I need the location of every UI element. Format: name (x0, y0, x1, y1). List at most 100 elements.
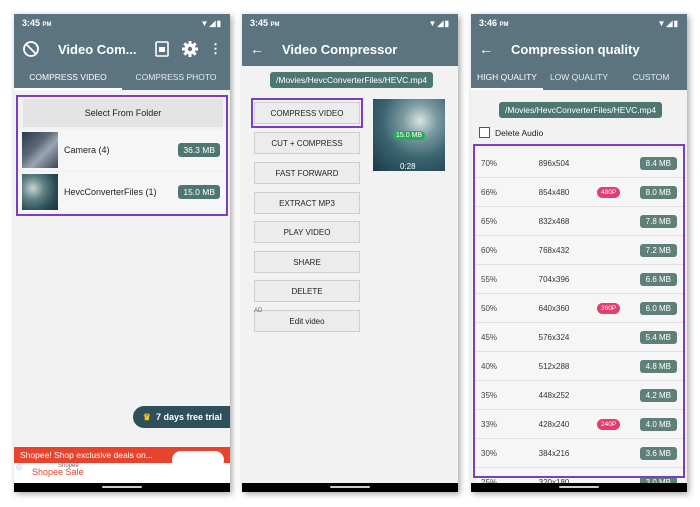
nav-bar (471, 483, 687, 492)
tab-custom[interactable]: CUSTOM (615, 66, 687, 90)
status-bar: 3:46 PM ▼◢▮ (471, 14, 687, 32)
quality-option-row[interactable]: 50% 640x360 360P 6.0 MB (475, 294, 685, 323)
home-handle[interactable] (559, 486, 599, 488)
resolution-tag: 360P (597, 302, 621, 314)
delete-button[interactable]: DELETE (254, 280, 360, 302)
home-handle[interactable] (102, 486, 142, 488)
delete-audio-checkbox[interactable] (479, 127, 490, 138)
back-arrow-icon[interactable]: ← (479, 41, 493, 57)
estimated-size-badge: 6.0 MB (639, 301, 677, 315)
estimated-size-badge: 3.6 MB (639, 446, 677, 460)
select-folder-button[interactable]: Select From Folder (23, 99, 223, 127)
phone-screen-compressor: 3:45 PM ▼◢▮ ← Video Compressor /Movies/H… (242, 14, 458, 492)
status-icons: ▼◢▮ (428, 18, 450, 28)
screen-title: Video Compressor (282, 41, 398, 57)
ad-info-icon[interactable]: ⓘ (16, 463, 22, 472)
no-ads-icon[interactable] (22, 40, 40, 58)
folder-size: 15.0 MB (178, 185, 220, 199)
estimated-size-badge: 7.2 MB (639, 243, 677, 257)
quality-percent: 55% (481, 274, 498, 284)
quality-percent: 35% (481, 390, 498, 400)
quality-resolution: 428x240 (538, 419, 570, 429)
quality-resolution: 896x504 (538, 158, 570, 168)
quality-list: 70% 896x504 8.4 MB 66% 854x480 480P 8.0 MB 65% 8… (475, 149, 685, 492)
play-video-button[interactable]: PLAY VIDEO (254, 221, 360, 243)
preview-duration: 0:28 (400, 162, 416, 171)
quality-percent: 33% (481, 419, 498, 429)
quality-option-row[interactable]: 55% 704x396 6.6 MB (475, 265, 685, 294)
free-trial-button[interactable]: ♛ 7 days free trial (132, 406, 230, 428)
quality-resolution: 448x252 (538, 390, 570, 400)
status-icons: ▼◢▮ (200, 18, 222, 28)
edit-video-button[interactable]: Edit video (254, 310, 360, 332)
tab-bar: HIGH QUALITY LOW QUALITY CUSTOM (471, 66, 687, 90)
tab-high-quality[interactable]: HIGH QUALITY (471, 66, 543, 90)
free-trial-label: 7 days free trial (155, 412, 222, 422)
estimated-size-badge: 8.4 MB (639, 156, 677, 170)
quality-percent: 50% (481, 303, 498, 313)
quality-option-row[interactable]: 66% 854x480 480P 8.0 MB (475, 178, 685, 207)
app-bar: ← Compression quality (471, 32, 687, 66)
ad-banner[interactable]: Shopee! Shop exclusive deals on... ⓘ Sho… (14, 447, 230, 483)
quality-resolution: 832x468 (538, 216, 570, 226)
quality-resolution: 854x480 (538, 187, 570, 197)
tab-low-quality[interactable]: LOW QUALITY (543, 66, 615, 90)
ad-tag: AD (254, 308, 263, 314)
gear-icon[interactable] (181, 40, 199, 58)
status-bar: 3:45 PM ▼◢▮ (14, 14, 230, 32)
resolution-tag: 240P (597, 418, 621, 430)
status-bar: 3:45 PM ▼◢▮ (242, 14, 458, 32)
back-arrow-icon[interactable]: ← (250, 41, 264, 57)
quality-resolution: 704x396 (538, 274, 570, 284)
folder-thumbnail (22, 174, 58, 210)
estimated-size-badge: 6.6 MB (639, 272, 677, 286)
home-handle[interactable] (330, 486, 370, 488)
phone-screen-quality: 3:46 PM ▼◢▮ ← Compression quality HIGH Q… (471, 14, 687, 492)
folder-size: 36.3 MB (178, 143, 220, 157)
app-bar: Video Com... ⋮ (14, 32, 230, 66)
estimated-size-badge: 7.8 MB (639, 214, 677, 228)
ad-logo: Shopee Sale (32, 467, 84, 477)
more-vert-icon[interactable]: ⋮ (209, 41, 222, 57)
preview-size-badge: 15.0 MB (393, 131, 426, 140)
folder-item-camera[interactable]: Camera (4) 36.3 MB (18, 130, 226, 170)
quality-option-row[interactable]: 33% 428x240 240P 4.0 MB (475, 410, 685, 439)
folder-name: Camera (4) (64, 145, 110, 155)
quality-option-row[interactable]: 70% 896x504 8.4 MB (475, 149, 685, 178)
ad-cta-button[interactable] (172, 451, 224, 469)
status-time: 3:45 (250, 18, 269, 28)
tab-compress-video[interactable]: COMPRESS VIDEO (14, 66, 122, 90)
extract-mp3-button[interactable]: EXTRACT MP3 (254, 192, 360, 214)
fast-forward-button[interactable]: FAST FORWARD (254, 162, 360, 184)
quality-option-row[interactable]: 30% 384x216 3.6 MB (475, 439, 685, 468)
status-ampm: PM (270, 22, 280, 28)
cut-compress-button[interactable]: CUT + COMPRESS (254, 132, 360, 154)
estimated-size-badge: 4.2 MB (639, 388, 677, 402)
quality-option-row[interactable]: 35% 448x252 4.2 MB (475, 381, 685, 410)
app-bar: ← Video Compressor (242, 32, 458, 66)
folder-thumbnail (22, 132, 58, 168)
nav-bar (14, 483, 230, 492)
folder-item-hevc[interactable]: HevcConverterFiles (1) 15.0 MB (18, 172, 226, 212)
quality-resolution: 512x288 (538, 361, 570, 371)
quality-option-row[interactable]: 60% 768x432 7.2 MB (475, 236, 685, 265)
compress-video-button[interactable]: COMPRESS VIDEO (254, 102, 360, 124)
delete-audio-option[interactable]: Delete Audio (479, 127, 543, 138)
image-compress-icon[interactable] (155, 41, 169, 57)
quality-option-row[interactable]: 40% 512x288 4.8 MB (475, 352, 685, 381)
quality-option-row[interactable]: 45% 576x324 5.4 MB (475, 323, 685, 352)
folder-name: HevcConverterFiles (1) (64, 187, 157, 197)
status-icons: ▼◢▮ (657, 18, 679, 28)
estimated-size-badge: 4.0 MB (639, 417, 677, 431)
quality-resolution: 576x324 (538, 332, 570, 342)
quality-percent: 70% (481, 158, 498, 168)
app-title: Video Com... (58, 41, 137, 57)
tab-compress-photo[interactable]: COMPRESS PHOTO (122, 66, 230, 90)
file-path: /Movies/HevcConverterFiles/HEVC.mp4 (499, 102, 663, 118)
quality-resolution: 384x216 (538, 448, 570, 458)
quality-percent: 65% (481, 216, 498, 226)
share-button[interactable]: SHARE (254, 251, 360, 273)
quality-option-row[interactable]: 65% 832x468 7.8 MB (475, 207, 685, 236)
status-time: 3:45 (22, 18, 41, 28)
delete-audio-label: Delete Audio (495, 127, 544, 138)
